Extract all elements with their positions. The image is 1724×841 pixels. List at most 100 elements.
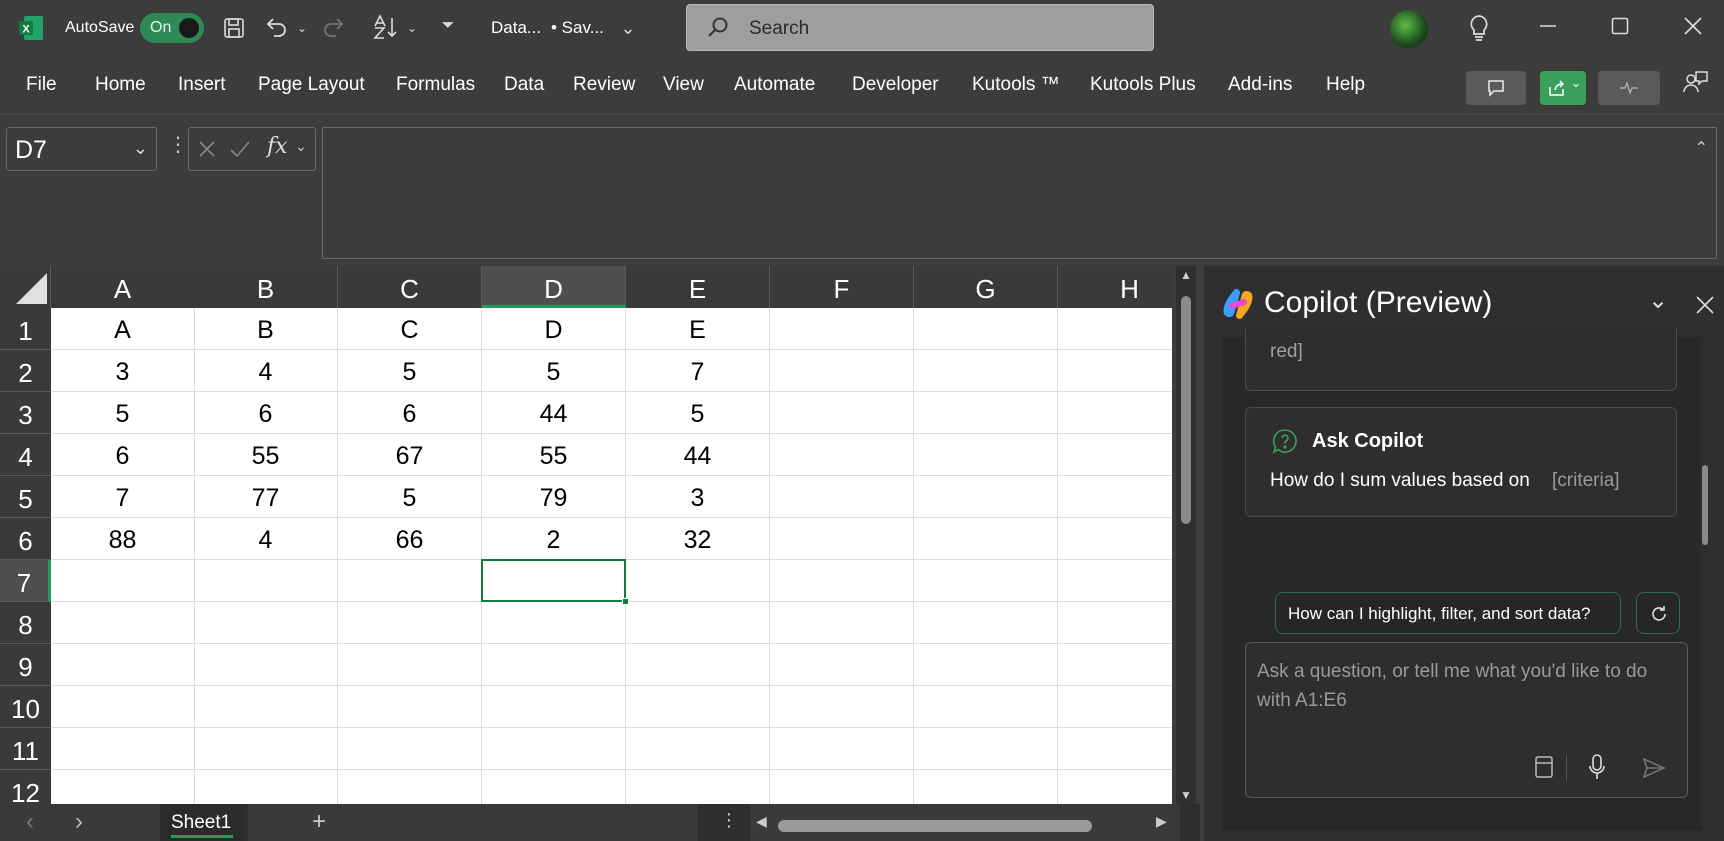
row-header-5[interactable]: 5 (0, 476, 51, 518)
cell-e12[interactable] (626, 770, 770, 804)
more-options-icon[interactable]: ⋮ (168, 135, 188, 159)
cell-f9[interactable] (770, 644, 914, 686)
cell-f7[interactable] (770, 560, 914, 602)
cell-c9[interactable] (338, 644, 482, 686)
cell-e3[interactable]: 5 (626, 392, 770, 434)
save-icon[interactable] (221, 16, 247, 45)
row-header-3[interactable]: 3 (0, 392, 51, 434)
row-header-10[interactable]: 10 (0, 686, 51, 728)
cell-b2[interactable]: 4 (194, 350, 338, 392)
vertical-scroll-thumb[interactable] (1181, 296, 1191, 524)
add-sheet-icon[interactable]: + (312, 808, 326, 836)
cell-c11[interactable] (338, 728, 482, 770)
column-header-a[interactable]: A (51, 266, 195, 308)
undo-dropdown-icon[interactable]: ⌄ (296, 16, 308, 40)
cell-b5[interactable]: 77 (194, 476, 338, 518)
cell-h12[interactable] (1058, 770, 1172, 804)
cell-h1[interactable] (1058, 308, 1172, 350)
cell-h7[interactable] (1058, 560, 1172, 602)
next-sheet-icon[interactable]: › (75, 808, 83, 836)
cell-g11[interactable] (914, 728, 1058, 770)
cell-d10[interactable] (482, 686, 626, 728)
cell-b3[interactable]: 6 (194, 392, 338, 434)
cell-c10[interactable] (338, 686, 482, 728)
cell-g10[interactable] (914, 686, 1058, 728)
cell-h9[interactable] (1058, 644, 1172, 686)
cell-c5[interactable]: 5 (338, 476, 482, 518)
cell-f11[interactable] (770, 728, 914, 770)
cancel-icon[interactable] (197, 139, 217, 159)
share-button[interactable]: ⌄ (1540, 71, 1586, 105)
chat-icon[interactable] (1681, 70, 1711, 101)
worksheet-grid[interactable]: ABCDEFGH 1 2 3 4 5 6 7 8 9 10 11 12 A B C D E 3 4 5 5 7 5 6 6 44… (0, 266, 1172, 804)
cell-e7[interactable] (626, 560, 770, 602)
cell-a4[interactable]: 6 (51, 434, 195, 476)
cell-d2[interactable]: 5 (482, 350, 626, 392)
cell-f8[interactable] (770, 602, 914, 644)
cell-a10[interactable] (51, 686, 195, 728)
tab-page-layout[interactable]: Page Layout (258, 74, 365, 96)
row-header-12[interactable]: 12 (0, 770, 51, 804)
cell-e4[interactable]: 44 (626, 434, 770, 476)
tab-insert[interactable]: Insert (178, 74, 226, 96)
copilot-close-icon[interactable] (1696, 296, 1714, 314)
cell-a6[interactable]: 88 (51, 518, 195, 560)
customize-toolbar-icon[interactable]: ⏷ (438, 14, 458, 38)
cell-f5[interactable] (770, 476, 914, 518)
row-header-11[interactable]: 11 (0, 728, 51, 770)
cell-b12[interactable] (194, 770, 338, 804)
row-header-8[interactable]: 8 (0, 602, 51, 644)
search-box[interactable]: Search (686, 4, 1154, 51)
cell-d1[interactable]: D (482, 308, 626, 350)
cell-c2[interactable]: 5 (338, 350, 482, 392)
cell-c4[interactable]: 67 (338, 434, 482, 476)
row-header-2[interactable]: 2 (0, 350, 51, 392)
copilot-prompt-input[interactable]: Ask a question, or tell me what you'd li… (1245, 642, 1688, 798)
sort-icon[interactable] (372, 14, 400, 45)
cell-f2[interactable] (770, 350, 914, 392)
name-box[interactable]: D7 ⌄ (6, 127, 157, 171)
cell-b11[interactable] (194, 728, 338, 770)
cell-g2[interactable] (914, 350, 1058, 392)
cell-d5[interactable]: 79 (482, 476, 626, 518)
sheet-tab-sheet1[interactable]: Sheet1 (160, 804, 244, 841)
tab-file[interactable]: File (26, 74, 57, 96)
scroll-left-icon[interactable]: ◀ (756, 813, 767, 830)
cell-b8[interactable] (194, 602, 338, 644)
cell-d4[interactable]: 55 (482, 434, 626, 476)
cell-g3[interactable] (914, 392, 1058, 434)
cell-e10[interactable] (626, 686, 770, 728)
cell-a9[interactable] (51, 644, 195, 686)
cell-h2[interactable] (1058, 350, 1172, 392)
enter-check-icon[interactable] (229, 139, 251, 159)
cell-e11[interactable] (626, 728, 770, 770)
cell-f12[interactable] (770, 770, 914, 804)
cell-c7[interactable] (338, 560, 482, 602)
cell-h6[interactable] (1058, 518, 1172, 560)
sort-dropdown-icon[interactable]: ⌄ (406, 16, 418, 40)
document-title[interactable]: Data... (491, 0, 541, 56)
cell-a5[interactable]: 7 (51, 476, 195, 518)
tab-home[interactable]: Home (95, 74, 146, 96)
insert-function-icon[interactable]: fx (267, 134, 288, 159)
cell-a12[interactable] (51, 770, 195, 804)
column-header-c[interactable]: C (338, 266, 482, 308)
prev-sheet-icon[interactable]: ‹ (26, 808, 34, 836)
cell-d6[interactable]: 2 (482, 518, 626, 560)
scroll-up-icon[interactable]: ▲ (1180, 268, 1192, 282)
cell-g7[interactable] (914, 560, 1058, 602)
cell-e9[interactable] (626, 644, 770, 686)
row-header-4[interactable]: 4 (0, 434, 51, 476)
fill-handle[interactable] (622, 598, 629, 605)
cell-d12[interactable] (482, 770, 626, 804)
tab-review[interactable]: Review (573, 74, 635, 96)
column-header-h[interactable]: H (1058, 266, 1172, 308)
tab-developer[interactable]: Developer (852, 74, 939, 96)
prompt-guide-icon[interactable] (1533, 755, 1555, 779)
scroll-right-icon[interactable]: ▶ (1156, 813, 1167, 830)
cell-g12[interactable] (914, 770, 1058, 804)
cell-c8[interactable] (338, 602, 482, 644)
cell-b4[interactable]: 55 (194, 434, 338, 476)
autosave-toggle[interactable]: On (140, 13, 204, 43)
cell-a7[interactable] (51, 560, 195, 602)
